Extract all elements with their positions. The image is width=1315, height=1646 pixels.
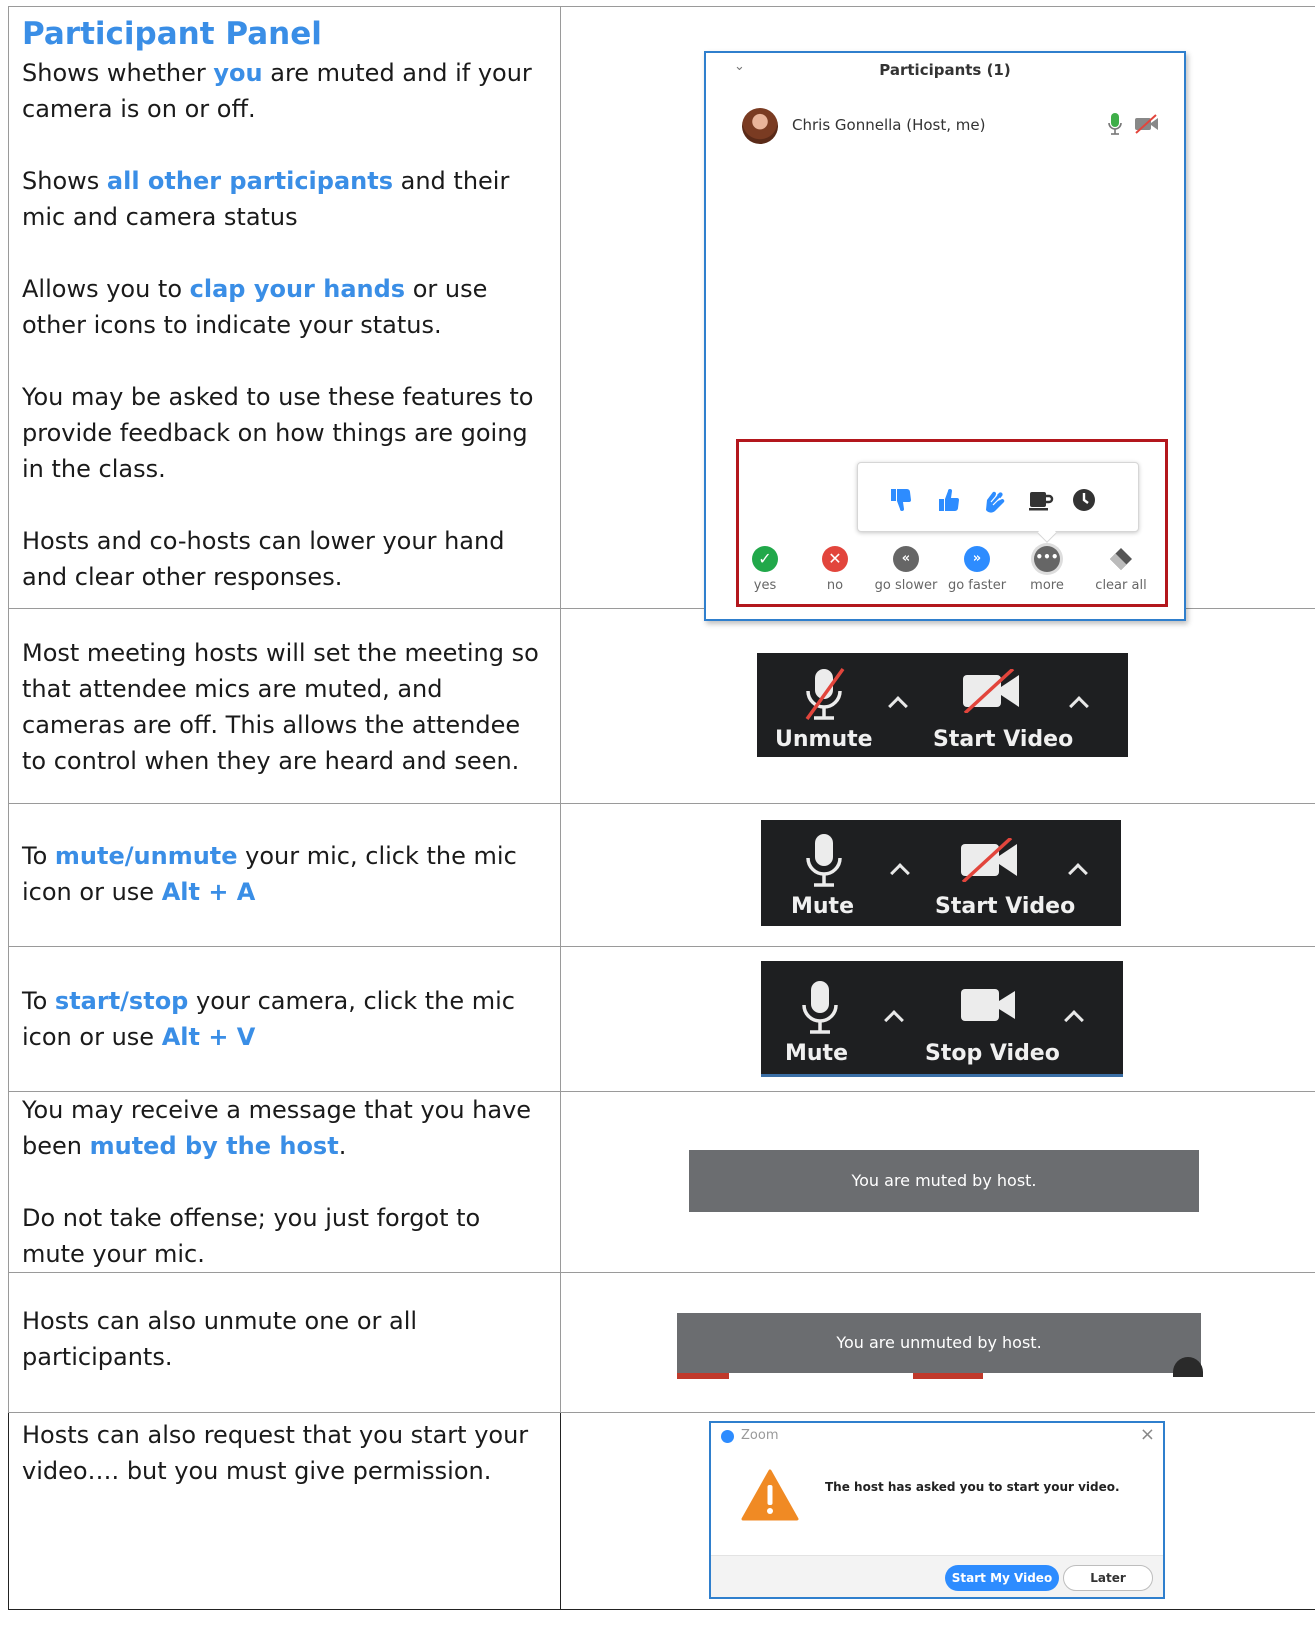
video-on-icon[interactable] [959, 987, 1017, 1023]
paragraph: To start/stop your camera, click the mic… [22, 987, 515, 1051]
rewind-icon: « [893, 546, 919, 572]
thumbs-up-icon[interactable] [938, 488, 960, 512]
stop-video-label[interactable]: Stop Video [925, 1041, 1060, 1066]
clap-icon[interactable] [982, 488, 1008, 514]
dialog-app-name: Zoom [741, 1428, 779, 1443]
reactions-popup [857, 462, 1139, 543]
mic-icon[interactable] [797, 979, 843, 1037]
row-text: You may receive a message that you have … [8, 1091, 561, 1273]
start-video-dialog: Zoom × The host has asked you to start y… [709, 1421, 1165, 1599]
table-row: Participant Panel Shows whether you are … [8, 6, 1315, 621]
paragraph: Most meeting hosts will set the meeting … [22, 639, 539, 775]
participant-row[interactable]: Chris Gonnella (Host, me) [742, 108, 1162, 144]
audio-options-chevron-icon[interactable] [888, 696, 908, 716]
paragraph: Shows all other participants and their m… [22, 167, 510, 231]
mic-on-icon [1108, 113, 1122, 135]
warning-icon [741, 1469, 799, 1521]
row-image: Mute Stop Video [560, 946, 1315, 1092]
mic-muted-icon[interactable] [799, 667, 849, 723]
row-image: You are unmuted by host. [560, 1272, 1315, 1413]
video-options-chevron-icon[interactable] [1069, 696, 1089, 716]
video-off-icon[interactable] [961, 669, 1023, 713]
mic-icon[interactable] [801, 832, 847, 890]
dialog-footer: Start My Video Later [711, 1555, 1163, 1597]
reaction-no-button[interactable]: ✕ no [795, 546, 875, 593]
row-text: Hosts can also unmute one or all partici… [8, 1272, 561, 1413]
mute-label[interactable]: Mute [785, 1041, 848, 1066]
paragraph: You may receive a message that you have … [22, 1096, 532, 1160]
document-page: Participant Panel Shows whether you are … [8, 6, 1315, 1646]
start-video-label[interactable]: Start Video [935, 894, 1075, 919]
meeting-toolbar: Mute Start Video [761, 820, 1121, 926]
row-image: You are muted by host. [560, 1091, 1315, 1273]
row-text: Participant Panel Shows whether you are … [8, 6, 561, 609]
fast-forward-icon: » [964, 546, 990, 572]
reaction-clear-all-button[interactable]: clear all [1081, 546, 1161, 593]
clock-icon[interactable] [1072, 488, 1096, 512]
table-row: To start/stop your camera, click the mic… [8, 946, 1315, 1092]
reactions-area: ✓ yes ✕ no « go slower » go faster ••• m… [736, 439, 1168, 607]
camera-off-icon [1135, 114, 1158, 134]
row-image: Mute Start Video [560, 803, 1315, 947]
muted-by-host-toast: You are muted by host. [689, 1150, 1199, 1212]
paragraph: Hosts can also request that you start yo… [22, 1421, 529, 1485]
check-icon: ✓ [752, 546, 778, 572]
meeting-toolbar: Unmute Start Video [757, 653, 1128, 757]
audio-options-chevron-icon[interactable] [884, 1010, 904, 1030]
meeting-toolbar: Mute Stop Video [761, 961, 1123, 1077]
more-icon: ••• [1034, 546, 1060, 572]
thumbs-down-icon[interactable] [890, 488, 912, 512]
table-row: Most meeting hosts will set the meeting … [8, 608, 1315, 804]
start-my-video-button[interactable]: Start My Video [945, 1565, 1059, 1591]
video-options-chevron-icon[interactable] [1068, 863, 1088, 883]
reaction-go-faster-button[interactable]: » go faster [937, 546, 1017, 593]
video-off-icon[interactable] [959, 838, 1021, 882]
eraser-icon [1110, 548, 1132, 570]
reaction-yes-button[interactable]: ✓ yes [725, 546, 805, 593]
unmuted-by-host-toast: You are unmuted by host. [677, 1313, 1201, 1373]
table-row: To mute/unmute your mic, click the mic i… [8, 803, 1315, 947]
row-text: Hosts can also request that you start yo… [8, 1412, 561, 1610]
paragraph: Do not take offense; you just forgot to … [22, 1204, 481, 1268]
instructions-table: Participant Panel Shows whether you are … [8, 6, 1315, 1610]
reaction-go-slower-button[interactable]: « go slower [866, 546, 946, 593]
reaction-more-button[interactable]: ••• more [1007, 546, 1087, 593]
row-image: ⌄ Participants (1) Chris Gonnella (Host,… [560, 6, 1315, 621]
participants-panel: ⌄ Participants (1) Chris Gonnella (Host,… [704, 51, 1186, 621]
paragraph: Allows you to clap your hands or use oth… [22, 275, 488, 339]
table-row: Hosts can also unmute one or all partici… [8, 1272, 1315, 1413]
paragraph: To mute/unmute your mic, click the mic i… [22, 842, 517, 906]
later-button[interactable]: Later [1063, 1565, 1153, 1591]
unmute-label[interactable]: Unmute [775, 727, 873, 752]
mute-label[interactable]: Mute [791, 894, 854, 919]
participant-name: Chris Gonnella (Host, me) [792, 116, 986, 134]
x-icon: ✕ [822, 546, 848, 572]
start-video-label[interactable]: Start Video [933, 727, 1073, 752]
audio-options-chevron-icon[interactable] [890, 863, 910, 883]
paragraph: You may be asked to use these features t… [22, 383, 534, 483]
row-text: Most meeting hosts will set the meeting … [8, 608, 561, 804]
participants-title: Participants (1) [879, 61, 1011, 79]
zoom-logo-icon [721, 1430, 734, 1443]
table-row: You may receive a message that you have … [8, 1091, 1315, 1273]
table-row: Hosts can also request that you start yo… [8, 1412, 1315, 1610]
avatar [742, 108, 778, 144]
section-title: Participant Panel [22, 16, 322, 52]
row-text: To start/stop your camera, click the mic… [8, 946, 561, 1092]
paragraph: Hosts and co-hosts can lower your hand a… [22, 527, 505, 591]
row-text: To mute/unmute your mic, click the mic i… [8, 803, 561, 947]
dialog-message: The host has asked you to start your vid… [825, 1480, 1120, 1494]
paragraph: Hosts can also unmute one or all partici… [22, 1307, 418, 1371]
close-icon[interactable]: × [1140, 1424, 1155, 1445]
video-options-chevron-icon[interactable] [1064, 1010, 1084, 1030]
paragraph: Shows whether you are muted and if your … [22, 59, 532, 123]
row-image: Zoom × The host has asked you to start y… [560, 1412, 1315, 1610]
row-image: Unmute Start Video [560, 608, 1315, 804]
coffee-icon[interactable] [1028, 488, 1054, 512]
